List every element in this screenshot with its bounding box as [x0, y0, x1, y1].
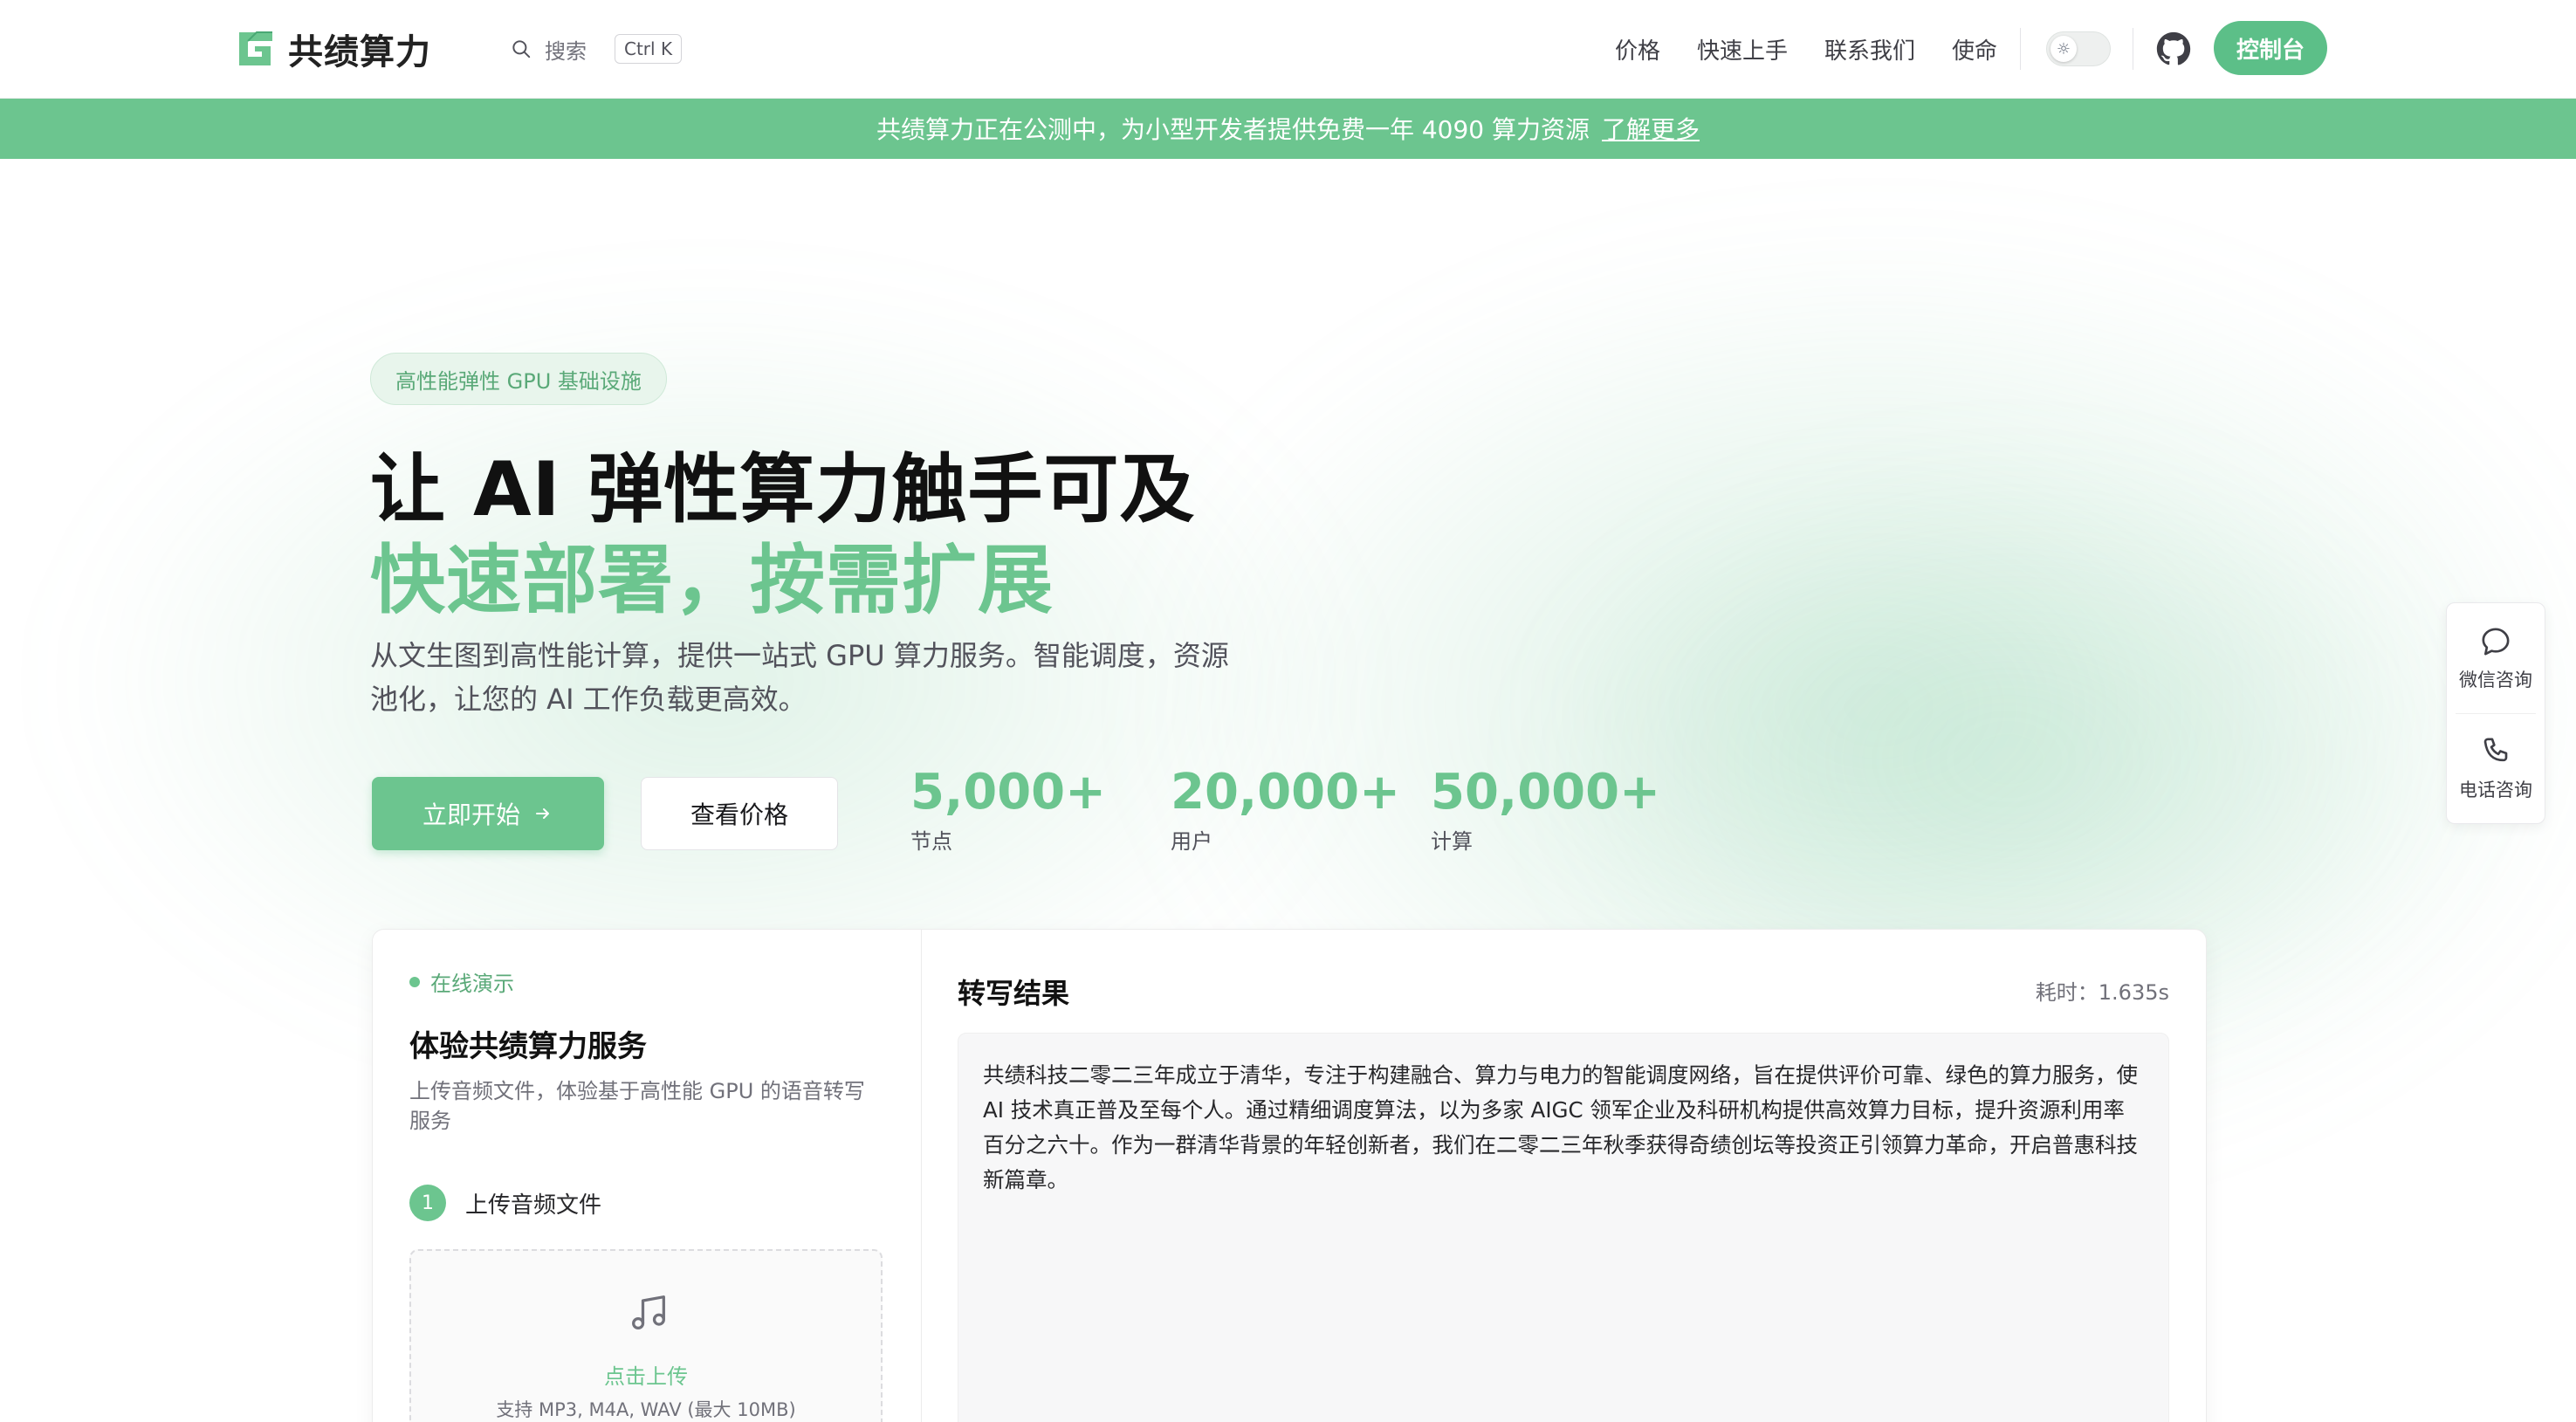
- stat-compute: 50,000+ 计算: [1431, 765, 1660, 855]
- phone-consult-label: 电话咨询: [2459, 780, 2532, 800]
- search-label: 搜索: [545, 38, 587, 64]
- step-number: 1: [409, 1185, 446, 1221]
- search-trigger[interactable]: 搜索 Ctrl K: [510, 30, 683, 68]
- stat-value: 20,000+: [1171, 764, 1401, 821]
- step-label: 上传音频文件: [465, 1192, 602, 1219]
- nav-link-mission[interactable]: 使命: [1952, 33, 1997, 65]
- audio-upload-dropzone[interactable]: 点击上传 支持 MP3, M4A, WAV (最大 10MB): [409, 1249, 883, 1422]
- stat-users: 20,000+ 用户: [1171, 765, 1400, 855]
- demo-upload-panel: 在线演示 体验共绩算力服务 上传音频文件，体验基于高性能 GPU 的语音转写服务…: [373, 930, 922, 1422]
- nav-link-contact[interactable]: 联系我们: [1824, 33, 1915, 65]
- get-started-button[interactable]: 立即开始: [372, 777, 604, 850]
- nav-link-quickstart[interactable]: 快速上手: [1697, 33, 1788, 65]
- hero-description: 从文生图到高性能计算，提供一站式 GPU 算力服务。智能调度，资源池化，让您的 …: [370, 639, 1229, 716]
- stat-label: 节点: [910, 829, 952, 854]
- result-text-box: 共绩科技二零二三年成立于清华，专注于构建融合、算力与电力的智能调度网络，旨在提供…: [958, 1033, 2169, 1422]
- upload-hint: 支持 MP3, M4A, WAV (最大 10MB): [496, 1399, 796, 1420]
- result-title: 转写结果: [958, 977, 1070, 1010]
- contact-float-panel: 微信咨询 电话咨询: [2446, 602, 2545, 824]
- console-button[interactable]: 控制台: [2214, 21, 2327, 75]
- stat-value: 5,000+: [910, 764, 1107, 821]
- hero-subtitle: 快速部署，按需扩展: [370, 537, 1054, 624]
- nav-divider: [2020, 28, 2021, 70]
- banner-learn-more-link[interactable]: 了解更多: [1602, 111, 1700, 146]
- phone-icon: [2483, 738, 2508, 762]
- demo-title: 体验共绩算力服务: [409, 1029, 647, 1064]
- live-demo-label: 在线演示: [430, 972, 514, 996]
- view-pricing-button[interactable]: 查看价格: [641, 777, 838, 850]
- get-started-label: 立即开始: [422, 800, 520, 829]
- wechat-consult-label: 微信咨询: [2459, 670, 2532, 690]
- nav-link-pricing[interactable]: 价格: [1615, 33, 1660, 65]
- live-demo-tag: 在线演示: [409, 966, 514, 997]
- upload-cta[interactable]: 点击上传: [411, 1359, 881, 1390]
- wechat-consult-button[interactable]: 微信咨询: [2447, 603, 2545, 713]
- stat-value: 50,000+: [1431, 764, 1661, 821]
- demo-card: 在线演示 体验共绩算力服务 上传音频文件，体验基于高性能 GPU 的语音转写服务…: [372, 929, 2207, 1422]
- hero-badge: 高性能弹性 GPU 基础设施: [370, 353, 667, 405]
- stat-label: 计算: [1431, 829, 1473, 854]
- theme-toggle[interactable]: ☼: [2046, 31, 2111, 66]
- landing-page: 共绩算力 搜索 Ctrl K 价格 快速上手 联系我们 使命 ☼ 控制台 共绩算…: [0, 0, 2576, 1422]
- announcement-banner: 共绩算力正在公测中，为小型开发者提供免费一年 4090 算力资源 了解更多: [0, 98, 2576, 159]
- stat-label: 用户: [1171, 829, 1212, 854]
- search-shortcut: Ctrl K: [615, 34, 683, 64]
- brand-logo[interactable]: 共绩算力: [236, 24, 431, 73]
- upload-step: 1 上传音频文件: [409, 1185, 601, 1221]
- github-icon[interactable]: [2156, 31, 2191, 66]
- stat-nodes: 5,000+ 节点: [910, 765, 1106, 855]
- banner-text: 共绩算力正在公测中，为小型开发者提供免费一年 4090 算力资源: [876, 115, 1590, 144]
- status-dot: [409, 976, 420, 987]
- sun-icon: ☼: [2050, 36, 2077, 62]
- music-note-icon: [632, 1295, 665, 1330]
- brand-name: 共绩算力: [288, 32, 431, 72]
- logo-icon: [239, 31, 272, 65]
- demo-description: 上传音频文件，体验基于高性能 GPU 的语音转写服务: [409, 1079, 865, 1133]
- phone-consult-button[interactable]: 电话咨询: [2447, 713, 2545, 823]
- search-icon: [512, 40, 531, 58]
- main-nav: 价格 快速上手 联系我们 使命: [1615, 30, 1997, 68]
- result-elapsed-time: 耗时：1.635s: [2035, 980, 2169, 1005]
- top-navbar: 共绩算力 搜索 Ctrl K 价格 快速上手 联系我们 使命 ☼ 控制台: [0, 0, 2576, 99]
- transcription-result-panel: 转写结果 耗时：1.635s 共绩科技二零二三年成立于清华，专注于构建融合、算力…: [921, 930, 2206, 1422]
- transcription-text: 共绩科技二零二三年成立于清华，专注于构建融合、算力与电力的智能调度网络，旨在提供…: [983, 1062, 2138, 1192]
- arrow-right-icon: [536, 808, 549, 819]
- chat-bubble-icon: [2482, 628, 2510, 656]
